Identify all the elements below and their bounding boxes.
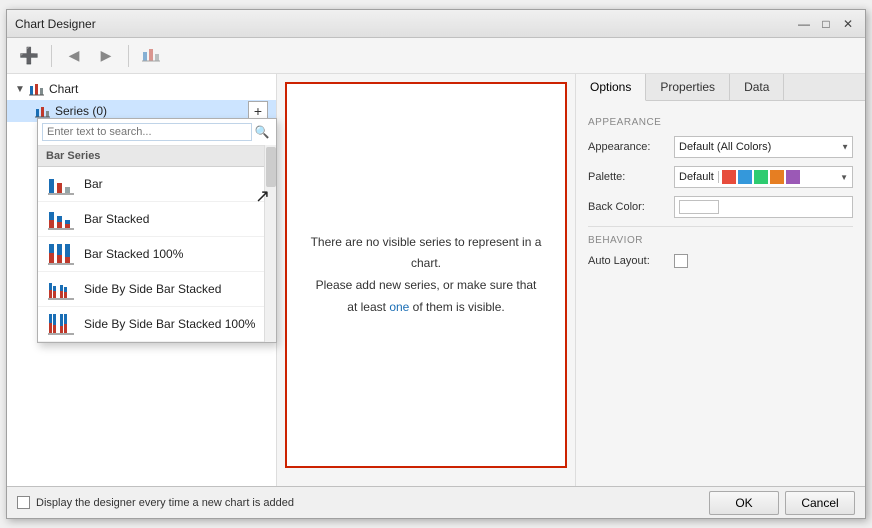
- appearance-select[interactable]: Default (All Colors): [674, 136, 853, 158]
- chart-preview-area: There are no visible series to represent…: [277, 74, 575, 486]
- item-label: Side By Side Bar Stacked: [84, 282, 221, 296]
- toolbar: ➕ ◀ ▶: [7, 38, 865, 74]
- add-icon: ➕: [19, 46, 39, 66]
- add-button[interactable]: ➕: [15, 42, 43, 70]
- dropdown-scrollbar[interactable]: [264, 145, 276, 342]
- backcolor-row: Back Color:: [588, 196, 853, 218]
- palette-dropdown-arrow[interactable]: ▼: [836, 173, 852, 182]
- right-panel: Options Properties Data APPEARANCE Appea…: [575, 74, 865, 486]
- side-by-side-stacked-icon: [48, 278, 74, 300]
- appearance-row: Appearance: Default (All Colors): [588, 136, 853, 158]
- color-swatch-1: [722, 170, 736, 184]
- plus-icon: +: [254, 103, 262, 119]
- dropdown-group-header: Bar Series: [38, 146, 276, 167]
- forward-button[interactable]: ▶: [92, 42, 120, 70]
- content-area: ▼ Chart: [7, 74, 865, 486]
- maximize-button[interactable]: □: [817, 15, 835, 33]
- ok-button[interactable]: OK: [709, 491, 779, 515]
- tree-root-item[interactable]: ▼ Chart: [7, 78, 276, 100]
- window-title: Chart Designer: [15, 17, 96, 31]
- bar-stacked-icon: [48, 208, 74, 230]
- color-swatch-2: [738, 170, 752, 184]
- bar-series-icon: [48, 173, 74, 195]
- section-divider: [588, 226, 853, 227]
- chart-button[interactable]: [137, 42, 165, 70]
- side-by-side-stacked100-icon: [48, 313, 74, 335]
- backcolor-control[interactable]: [674, 196, 853, 218]
- back-icon: ◀: [69, 47, 80, 64]
- list-item[interactable]: Side By Side Bar Stacked 100%: [38, 307, 276, 342]
- tab-options[interactable]: Options: [576, 74, 646, 101]
- item-label: Bar Stacked: [84, 212, 149, 226]
- color-swatch-3: [754, 170, 768, 184]
- series-type-dropdown: 🔍 Bar Series Bar: [37, 118, 277, 343]
- palette-row: Palette: Default ▼: [588, 166, 853, 188]
- bottom-left: Display the designer every time a new ch…: [17, 496, 294, 509]
- title-controls: — □ ✕: [795, 15, 857, 33]
- backcolor-swatch: [679, 200, 719, 214]
- appearance-label: Appearance:: [588, 141, 668, 153]
- search-icon[interactable]: 🔍: [252, 122, 272, 142]
- tree-root-label: Chart: [49, 82, 78, 96]
- chart-icon: [142, 46, 160, 65]
- one-link[interactable]: one: [389, 300, 409, 314]
- item-label: Side By Side Bar Stacked 100%: [84, 317, 255, 331]
- tree-chevron-icon: ▼: [15, 84, 25, 95]
- behavior-section-label: BEHAVIOR: [588, 235, 853, 246]
- back-button[interactable]: ◀: [60, 42, 88, 70]
- color-swatch-4: [770, 170, 784, 184]
- dropdown-list: Bar Bar Stacked: [38, 167, 276, 342]
- chart-preview: There are no visible series to represent…: [285, 82, 567, 468]
- list-item[interactable]: Bar Stacked: [38, 202, 276, 237]
- color-swatch-5: [786, 170, 800, 184]
- palette-value-label: Default: [675, 171, 719, 183]
- right-tabs: Options Properties Data: [576, 74, 865, 101]
- list-item[interactable]: Bar: [38, 167, 276, 202]
- search-box: 🔍: [38, 119, 276, 146]
- left-panel: ▼ Chart: [7, 74, 277, 486]
- tree-series-label: Series (0): [55, 104, 107, 118]
- palette-control: Default ▼: [674, 166, 853, 188]
- toolbar-separator: [51, 45, 52, 67]
- backcolor-label: Back Color:: [588, 201, 668, 213]
- series-tree-icon: [35, 104, 51, 118]
- appearance-select-wrapper: Default (All Colors): [674, 136, 853, 158]
- list-item[interactable]: Side By Side Bar Stacked: [38, 272, 276, 307]
- bottom-right: OK Cancel: [709, 491, 855, 515]
- forward-icon: ▶: [101, 47, 112, 64]
- designer-checkbox[interactable]: [17, 496, 30, 509]
- designer-checkbox-label: Display the designer every time a new ch…: [36, 497, 294, 509]
- main-window: Chart Designer — □ ✕ ➕ ◀ ▶: [6, 9, 866, 519]
- auto-layout-label: Auto Layout:: [588, 255, 668, 267]
- search-input[interactable]: [42, 123, 252, 141]
- auto-layout-checkbox-row: [674, 254, 688, 268]
- no-series-message: There are no visible series to represent…: [307, 232, 545, 318]
- tab-properties[interactable]: Properties: [646, 74, 730, 100]
- item-label: Bar Stacked 100%: [84, 247, 183, 261]
- auto-layout-row: Auto Layout:: [588, 254, 853, 268]
- close-button[interactable]: ✕: [839, 15, 857, 33]
- chart-tree-icon: [29, 82, 45, 96]
- item-label: Bar: [84, 177, 103, 191]
- cancel-button[interactable]: Cancel: [785, 491, 855, 515]
- bottom-bar: Display the designer every time a new ch…: [7, 486, 865, 518]
- appearance-section-label: APPEARANCE: [588, 117, 853, 128]
- auto-layout-checkbox[interactable]: [674, 254, 688, 268]
- toolbar-separator-2: [128, 45, 129, 67]
- palette-colors: [719, 167, 836, 187]
- title-bar: Chart Designer — □ ✕: [7, 10, 865, 38]
- minimize-button[interactable]: —: [795, 15, 813, 33]
- tab-data[interactable]: Data: [730, 74, 784, 100]
- list-item[interactable]: Bar Stacked 100%: [38, 237, 276, 272]
- bar-stacked100-icon: [48, 243, 74, 265]
- right-panel-content: APPEARANCE Appearance: Default (All Colo…: [576, 101, 865, 486]
- palette-label: Palette:: [588, 171, 668, 183]
